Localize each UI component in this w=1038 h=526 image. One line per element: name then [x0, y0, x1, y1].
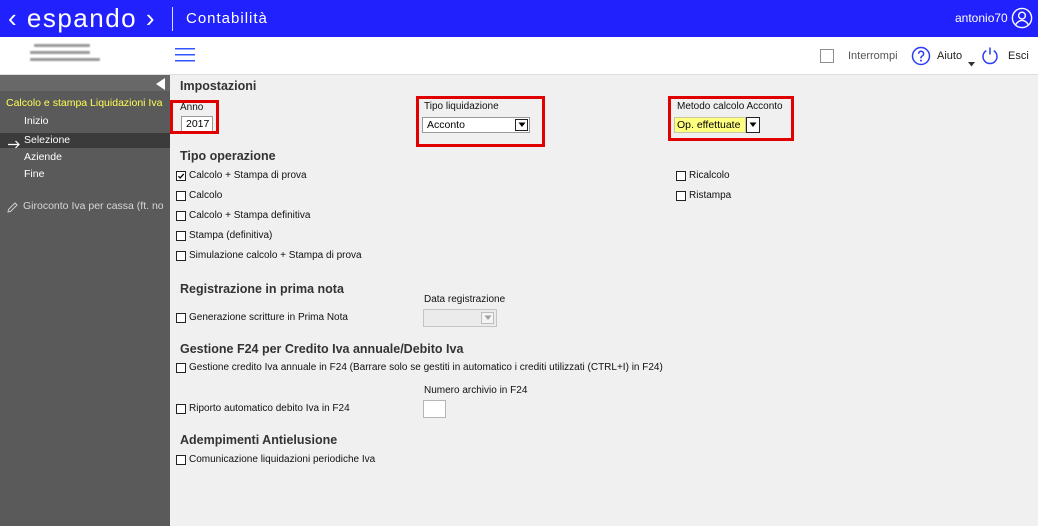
arrow-right-icon [7, 136, 21, 149]
option-comunicazione-liquidazioni[interactable]: Comunicazione liquidazioni periodiche Iv… [176, 454, 375, 466]
option-generazione-scritture[interactable]: Generazione scritture in Prima Nota [176, 312, 348, 324]
esci-button[interactable]: Esci [1008, 49, 1029, 63]
sidebar-step-label: Fine [24, 168, 45, 180]
option-label: Simulazione calcolo + Stampa di prova [189, 250, 362, 261]
option-label: Comunicazione liquidazioni periodiche Iv… [189, 454, 376, 465]
user-icon[interactable] [1011, 7, 1033, 29]
checkbox[interactable] [176, 171, 186, 181]
option-label: Riporto automatico debito Iva in F24 [189, 403, 350, 414]
option-calcolo-stampa-definitiva[interactable]: Calcolo + Stampa definitiva [176, 210, 310, 222]
pencil-icon [7, 200, 18, 213]
highlight-box-anno [170, 100, 219, 134]
section-impostazioni-title: Impostazioni [180, 79, 257, 93]
interrompi-label[interactable]: Interrompi [848, 49, 898, 63]
option-simulazione-calcolo[interactable]: Simulazione calcolo + Stampa di prova [176, 250, 362, 262]
option-ricalcolo[interactable]: Ricalcolo [676, 170, 730, 182]
option-stampa-definitiva[interactable]: Stampa (definitiva) [176, 230, 272, 242]
option-label: Gestione credito Iva annuale in F24 (Bar… [189, 362, 663, 373]
hamburger-menu-icon[interactable] [175, 48, 195, 62]
toolbar: Interrompi Aiuto Esci [0, 37, 1038, 75]
module-title: Contabilità [186, 10, 268, 27]
highlight-box-metodo-calcolo [668, 96, 794, 141]
sidebar-step-inizio[interactable]: Inizio [0, 114, 170, 129]
numero-archivio-input[interactable] [423, 400, 446, 418]
espando-logo[interactable]: ‹ espando › [8, 3, 156, 33]
option-label: Calcolo [189, 190, 223, 201]
data-registrazione-label: Data registrazione [424, 294, 506, 305]
option-calcolo-stampa-prova[interactable]: Calcolo + Stampa di prova [176, 170, 307, 182]
checkbox[interactable] [176, 404, 186, 414]
checkbox[interactable] [676, 171, 686, 181]
checkbox[interactable] [176, 455, 186, 465]
caret-down-icon[interactable] [968, 54, 975, 67]
app-window: ‹ espando › Contabilità antonio70 Interr… [0, 0, 1038, 526]
sidebar-step-label: Inizio [24, 115, 49, 127]
aiuto-button[interactable]: Aiuto [937, 49, 962, 63]
option-label: Ristampa [689, 190, 732, 201]
option-label: Calcolo + Stampa definitiva [189, 210, 311, 221]
checkbox[interactable] [176, 211, 186, 221]
checkbox[interactable] [176, 251, 186, 261]
data-registrazione-select [423, 309, 497, 327]
section-gestione-f24-title: Gestione F24 per Credito Iva annuale/Deb… [180, 342, 464, 356]
checkbox[interactable] [176, 231, 186, 241]
sidebar-step-fine[interactable]: Fine [0, 167, 170, 182]
question-icon[interactable] [911, 46, 931, 66]
option-ristampa[interactable]: Ristampa [676, 190, 731, 202]
option-label: Generazione scritture in Prima Nota [189, 312, 348, 323]
option-calcolo[interactable]: Calcolo [176, 190, 222, 202]
sidebar-step-label: Selezione [24, 134, 71, 146]
checkbox[interactable] [176, 313, 186, 323]
sidebar-task-label: Giroconto Iva per cassa (ft. no [23, 200, 164, 212]
option-gestione-credito-iva[interactable]: Gestione credito Iva annuale in F24 (Bar… [176, 362, 663, 374]
sidebar-section-title[interactable]: Calcolo e stampa Liquidazioni Iva [6, 96, 162, 110]
collapse-left-icon[interactable] [156, 77, 165, 90]
section-tipo-operazione-title: Tipo operazione [180, 149, 276, 163]
power-icon[interactable] [980, 45, 1000, 65]
interrompi-checkbox[interactable] [820, 49, 834, 63]
highlight-box-tipo-liquidazione [416, 96, 545, 147]
sidebar-step-selezione[interactable]: Selezione [0, 133, 170, 149]
checkbox[interactable] [176, 191, 186, 201]
sidebar-header [0, 75, 170, 91]
section-antielusione-title: Adempimenti Antielusione [180, 433, 338, 447]
sidebar-step-label: Aziende [24, 151, 62, 163]
checkbox[interactable] [176, 363, 186, 373]
dropdown-arrow-icon [481, 312, 494, 324]
option-label: Stampa (definitiva) [189, 230, 273, 241]
topbar-divider [172, 7, 173, 31]
checkbox[interactable] [676, 191, 686, 201]
sidebar: Calcolo e stampa Liquidazioni Iva Inizio… [0, 75, 170, 526]
numero-archivio-label: Numero archivio in F24 [424, 385, 528, 396]
option-label: Ricalcolo [689, 170, 730, 181]
option-label: Calcolo + Stampa di prova [189, 170, 307, 181]
top-bar: ‹ espando › Contabilità antonio70 [0, 0, 1038, 37]
sidebar-step-aziende[interactable]: Aziende [0, 150, 170, 165]
user-name[interactable]: antonio70 [955, 11, 1008, 26]
option-riporto-debito-iva[interactable]: Riporto automatico debito Iva in F24 [176, 403, 350, 415]
sidebar-task-giroconto[interactable]: Giroconto Iva per cassa (ft. no [0, 199, 170, 213]
section-registrazione-title: Registrazione in prima nota [180, 282, 344, 296]
